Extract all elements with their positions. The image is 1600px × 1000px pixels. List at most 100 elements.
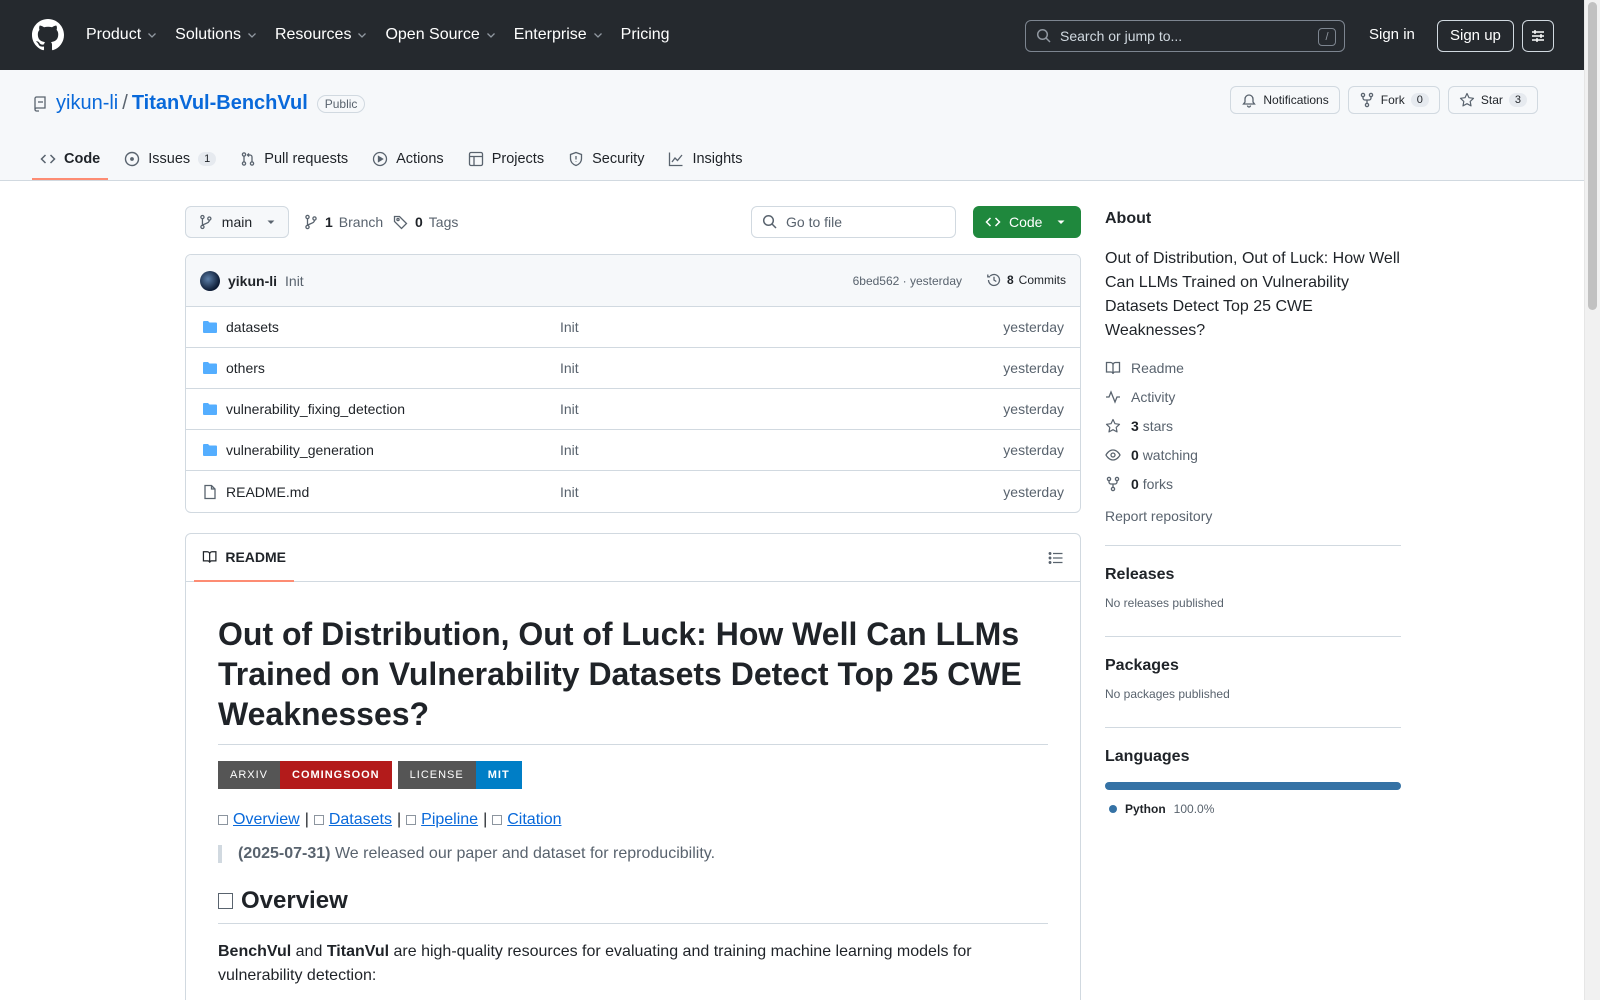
fork-count: 0 [1410,93,1429,107]
menu-button[interactable] [1522,20,1554,52]
sign-up-button[interactable]: Sign up [1437,20,1514,52]
nav-open-source[interactable]: Open Source [385,26,496,44]
readme-header: README [186,534,1080,582]
bell-icon [1242,94,1257,108]
file-toolbar: main 1 Branch 0 Tags Go to file Code [185,206,1081,238]
repo-actions: Notifications Fork 0 Star 3 [1230,86,1538,114]
nav-resources[interactable]: Resources [275,26,368,44]
tab-projects[interactable]: Projects [460,140,552,178]
nav-label: Pricing [620,26,670,43]
search-shortcut-key: / [1318,28,1336,46]
history-icon [987,273,1001,287]
branch-select[interactable]: main [185,206,289,238]
tab-insights[interactable]: Insights [660,140,750,178]
nav-enterprise[interactable]: Enterprise [514,26,604,44]
nav-label: Product [86,26,142,43]
file-name-link[interactable]: README.md [226,484,309,500]
link-separator: | [483,811,488,828]
graph-icon [669,152,683,167]
code-dropdown-button[interactable]: Code [973,206,1081,238]
list-icon[interactable] [1048,550,1064,566]
file-row[interactable]: others Init yesterday [186,348,1080,389]
pulse-icon [1106,389,1120,404]
overview-link[interactable]: Overview [233,811,300,829]
citation-link[interactable]: Citation [507,811,561,829]
readme-title: Out of Distribution, Out of Luck: How We… [218,614,1048,745]
notifications-button[interactable]: Notifications [1230,86,1340,114]
repo-owner-link[interactable]: yikun-li [56,92,118,115]
go-to-file-input[interactable]: Go to file [751,206,956,238]
overview-paragraph: BenchVul and TitanVul are high-quality r… [218,940,1048,988]
branches-link[interactable]: 1 Branch [303,214,383,230]
file-commit-message[interactable]: Init [560,401,579,417]
sliders-icon [1532,30,1544,42]
caret-down-icon [267,220,275,224]
folder-icon [203,362,217,374]
sign-in-link[interactable]: Sign in [1369,26,1415,43]
eye-icon [1105,448,1121,461]
datasets-link[interactable]: Datasets [329,811,392,829]
license-badge[interactable]: LICENSE MIT [397,761,522,789]
releases-heading[interactable]: Releases [1105,566,1401,584]
report-repository-link[interactable]: Report repository [1105,508,1212,524]
readme-tab[interactable]: README [194,534,294,582]
commit-author-link[interactable]: yikun-li [228,273,277,289]
search-icon [762,214,777,229]
github-logo-icon[interactable] [32,19,64,51]
fork-button[interactable]: Fork 0 [1347,86,1440,114]
chevron-down-icon [248,33,256,38]
file-row[interactable]: vulnerability_generation Init yesterday [186,430,1080,471]
file-name-link[interactable]: vulnerability_fixing_detection [226,401,405,417]
file-row[interactable]: vulnerability_fixing_detection Init yest… [186,389,1080,430]
readme-link[interactable]: Readme [1105,353,1198,382]
file-name-link[interactable]: vulnerability_generation [226,442,374,458]
tags-link[interactable]: 0 Tags [393,214,458,230]
tab-code[interactable]: Code [32,140,109,180]
language-item[interactable]: Python 100.0% [1105,802,1401,816]
badge-right: MIT [475,761,522,789]
file-name-link[interactable]: others [226,360,265,376]
star-icon [1105,418,1121,432]
news-quote: (2025-07-31) We released our paper and d… [218,845,1048,863]
language-percent: 100.0% [1173,802,1215,816]
scrollbar-thumb[interactable] [1588,2,1597,310]
watching-link[interactable]: 0 watching [1105,440,1198,469]
commit-message-link[interactable]: Init [285,273,304,289]
file-commit-message[interactable]: Init [560,319,579,335]
nav-solutions[interactable]: Solutions [175,26,258,44]
file-row[interactable]: README.md Init yesterday [186,471,1080,512]
page-scrollbar[interactable] [1584,0,1600,1000]
forks-link[interactable]: 0 forks [1105,469,1198,498]
tab-security[interactable]: Security [560,140,652,178]
about-heading: About [1105,210,1152,227]
nav-product[interactable]: Product [86,26,158,44]
file-row[interactable]: datasets Init yesterday [186,307,1080,348]
activity-label: Activity [1131,388,1176,405]
tab-issues[interactable]: Issues 1 [116,140,224,178]
tab-label: Insights [692,151,743,167]
readme-panel: README Out of Distribution, Out of Luck:… [185,533,1081,1000]
readme-body: Out of Distribution, Out of Luck: How We… [186,582,1080,1000]
nav-label: Resources [274,26,352,43]
star-button[interactable]: Star 3 [1447,86,1538,114]
tab-pull-requests[interactable]: Pull requests [232,140,356,178]
file-commit-message[interactable]: Init [560,360,579,376]
watching-count: 0 [1131,446,1139,463]
file-commit-message[interactable]: Init [560,442,579,458]
tab-actions[interactable]: Actions [364,140,452,178]
search-input[interactable]: Search or jump to... / [1025,20,1345,52]
repo-name-link[interactable]: TitanVul-BenchVul [132,92,308,115]
packages-heading[interactable]: Packages [1105,657,1401,675]
activity-link[interactable]: Activity [1105,382,1198,411]
stars-link[interactable]: 3 stars [1105,411,1198,440]
emoji-placeholder-icon [313,815,324,825]
file-name-link[interactable]: datasets [226,319,279,335]
arxiv-badge[interactable]: ARXIV COMINGSOON [218,761,392,789]
nav-pricing[interactable]: Pricing [621,26,670,44]
file-commit-message[interactable]: Init [560,484,579,500]
avatar[interactable] [200,270,220,291]
commits-history-link[interactable]: 8 Commits [986,272,1066,288]
commit-hash-time[interactable]: 6bed562 · yesterday [853,274,962,288]
pipeline-link[interactable]: Pipeline [421,811,478,829]
releases-text: No releases published [1105,596,1224,610]
